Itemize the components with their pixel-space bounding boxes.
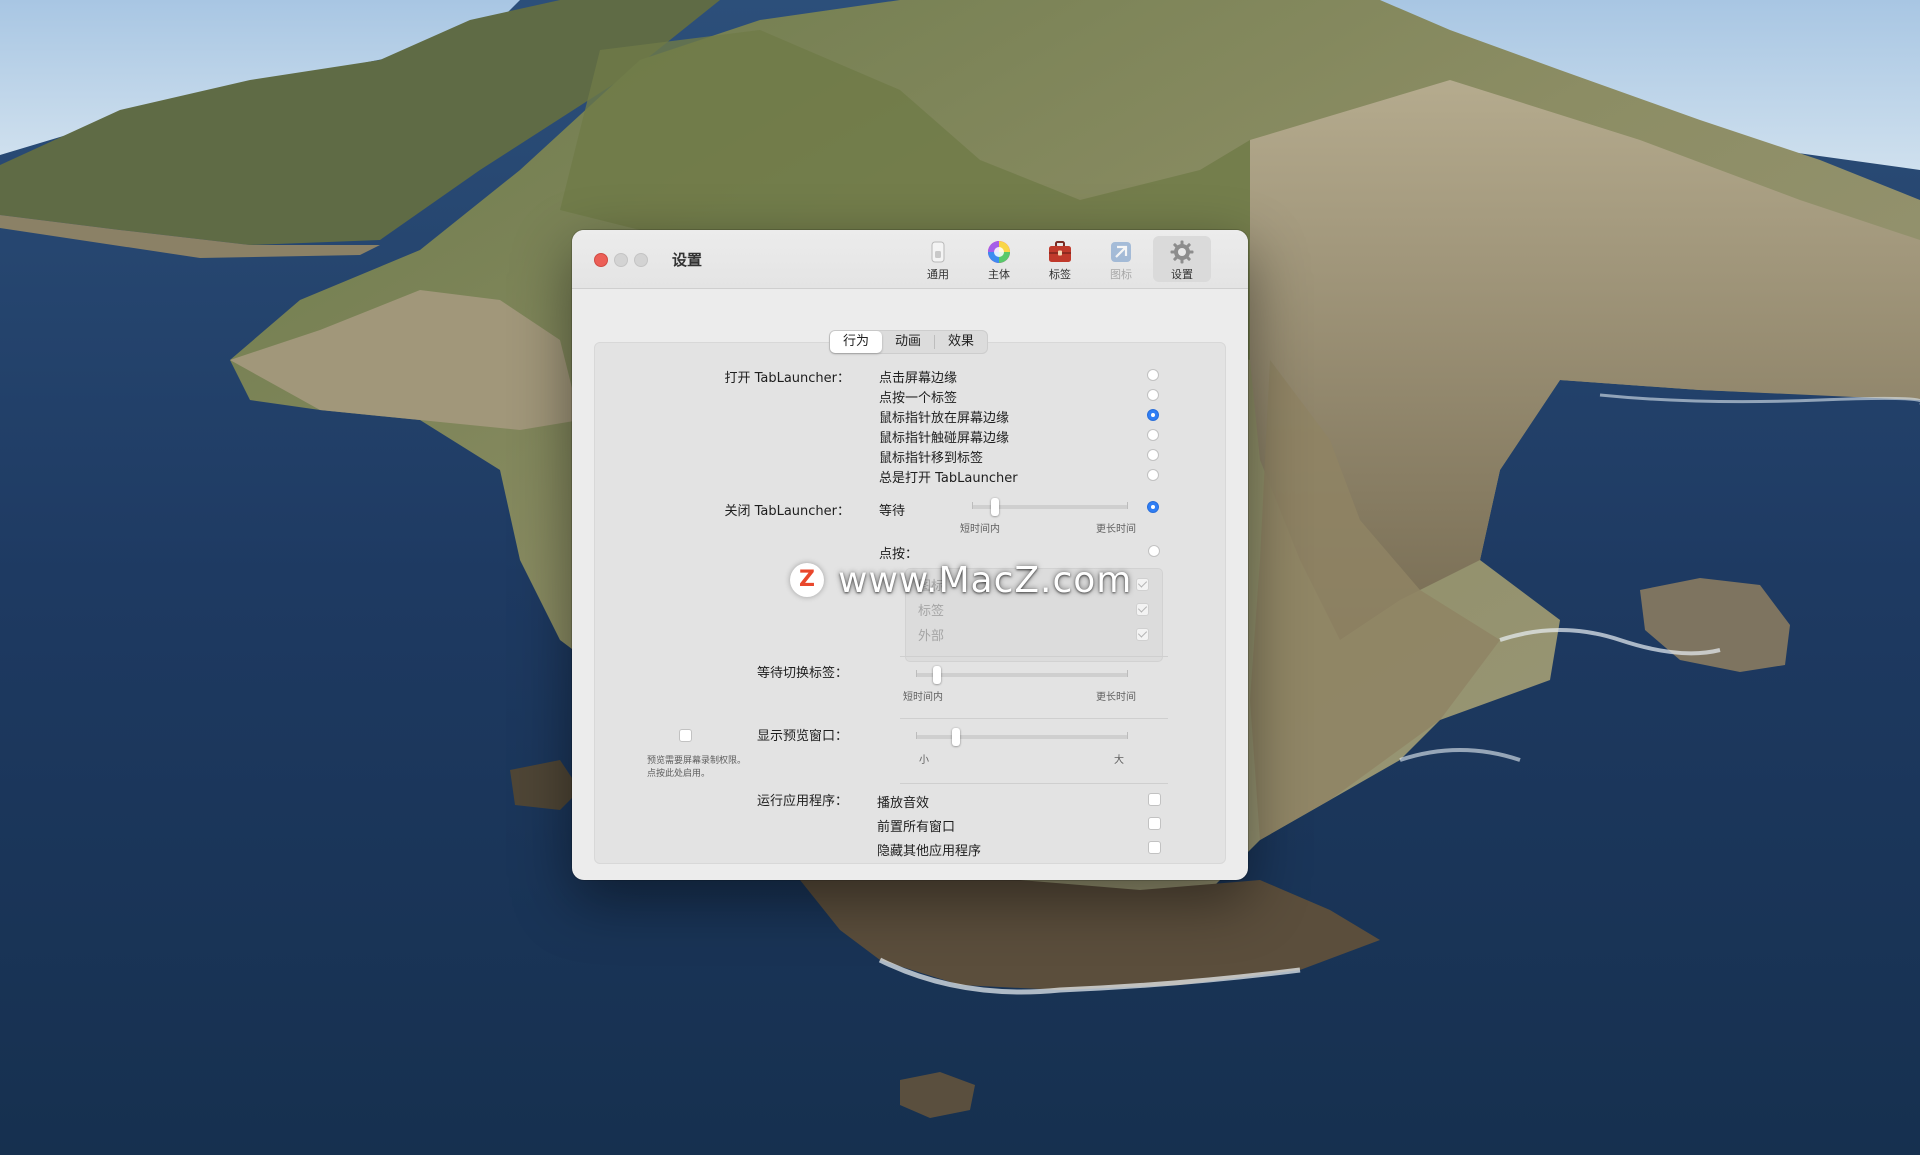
window-title: 设置 bbox=[672, 251, 703, 269]
slider-tick bbox=[916, 732, 917, 739]
preview-size-slider-track[interactable] bbox=[916, 735, 1128, 739]
close-wait-min-label: 短时间内 bbox=[960, 524, 1000, 535]
open-option-radio[interactable] bbox=[1147, 389, 1159, 401]
tab-animation[interactable]: 动画 bbox=[882, 331, 934, 353]
toolbar-label: 主体 bbox=[988, 268, 1010, 281]
preview-size-min-label: 小 bbox=[919, 755, 929, 766]
section-divider bbox=[900, 656, 1168, 657]
watermark-logo-icon: Z bbox=[790, 563, 824, 597]
preview-size-slider-knob[interactable] bbox=[952, 728, 961, 746]
preview-permission-note[interactable]: 点按此处启用。 bbox=[647, 766, 710, 779]
toolbar-label: 设置 bbox=[1171, 268, 1193, 281]
show-preview-label: 显示预览窗口： bbox=[756, 729, 848, 744]
click-option-checkbox[interactable] bbox=[1136, 628, 1149, 641]
close-wait-radio[interactable] bbox=[1147, 501, 1159, 513]
run-option-label: 隐藏其他应用程序 bbox=[877, 844, 982, 859]
section-divider bbox=[900, 783, 1168, 784]
close-window-button[interactable] bbox=[594, 253, 608, 267]
tab-effects[interactable]: 效果 bbox=[935, 331, 987, 353]
open-option-label: 鼠标指针移到标签 bbox=[879, 451, 984, 466]
close-wait-max-label: 更长时间 bbox=[1096, 524, 1136, 535]
toolbar-label: 通用 bbox=[927, 268, 949, 281]
run-option-checkbox[interactable] bbox=[1148, 793, 1161, 806]
close-tablauncher-label: 关闭 TabLauncher： bbox=[724, 504, 850, 519]
open-option-label: 点按一个标签 bbox=[879, 391, 958, 406]
close-wait-slider-knob[interactable] bbox=[991, 498, 1000, 516]
toolbar-label: 图标 bbox=[1110, 268, 1132, 281]
toolbar-label: 标签 bbox=[1049, 268, 1071, 281]
titlebar: 设置 通用 主体 标签 图标 设置 bbox=[572, 230, 1248, 289]
slider-tick bbox=[1127, 502, 1128, 509]
toolbar-icons[interactable]: 图标 bbox=[1092, 236, 1150, 282]
watermark-text: www.MacZ.com bbox=[838, 559, 1133, 601]
slider-tick bbox=[1127, 670, 1128, 677]
run-option-checkbox[interactable] bbox=[1148, 817, 1161, 830]
tab-behavior[interactable]: 行为 bbox=[830, 331, 883, 353]
open-option-label: 鼠标指针触碰屏幕边缘 bbox=[879, 431, 1010, 446]
toolbar-theme[interactable]: 主体 bbox=[970, 236, 1028, 282]
watermark: Z www.MacZ.com bbox=[790, 556, 1132, 604]
open-option-radio[interactable] bbox=[1147, 429, 1159, 441]
open-option-label: 总是打开 TabLauncher bbox=[879, 471, 1018, 486]
section-divider bbox=[900, 718, 1168, 719]
briefcase-icon bbox=[1049, 241, 1071, 262]
run-apps-label: 运行应用程序： bbox=[756, 794, 848, 809]
click-option-label: 外部 bbox=[918, 629, 945, 644]
run-option-label: 播放音效 bbox=[877, 796, 930, 811]
zoom-window-button[interactable] bbox=[634, 253, 648, 267]
switch-tab-slider-track[interactable] bbox=[916, 673, 1128, 677]
open-option-radio[interactable] bbox=[1147, 409, 1159, 421]
app-icon bbox=[1111, 242, 1131, 262]
switch-tab-slider-knob[interactable] bbox=[933, 666, 942, 684]
toolbar-general[interactable]: 通用 bbox=[909, 236, 967, 282]
slider-tick bbox=[916, 670, 917, 677]
settings-window: 设置 通用 主体 标签 图标 设置 行为 动画 效果 打开 TabLaunche… bbox=[572, 230, 1248, 880]
open-option-radio[interactable] bbox=[1147, 369, 1159, 381]
tab-bar: 行为 动画 效果 bbox=[829, 330, 989, 354]
color-wheel-icon bbox=[988, 241, 1010, 263]
toolbar-tabs[interactable]: 标签 bbox=[1031, 236, 1089, 282]
switch-tab-label: 等待切换标签： bbox=[756, 666, 848, 681]
preview-permission-note[interactable]: 预览需要屏幕录制权限。 bbox=[647, 753, 746, 766]
open-option-label: 鼠标指针放在屏幕边缘 bbox=[879, 411, 1010, 426]
slider-tick bbox=[1127, 732, 1128, 739]
toolbar-settings[interactable]: 设置 bbox=[1153, 236, 1211, 282]
run-option-label: 前置所有窗口 bbox=[877, 820, 956, 835]
close-click-radio[interactable] bbox=[1148, 545, 1160, 557]
open-option-radio[interactable] bbox=[1147, 469, 1159, 481]
open-option-label: 点击屏幕边缘 bbox=[879, 371, 958, 386]
minimize-window-button[interactable] bbox=[614, 253, 628, 267]
gear-icon bbox=[1170, 240, 1194, 264]
switch-icon bbox=[931, 241, 945, 263]
slider-tick bbox=[972, 502, 973, 509]
close-wait-label: 等待 bbox=[879, 504, 906, 519]
preview-size-max-label: 大 bbox=[1114, 755, 1124, 766]
click-option-checkbox[interactable] bbox=[1136, 578, 1149, 591]
run-option-checkbox[interactable] bbox=[1148, 841, 1161, 854]
switch-tab-max-label: 更长时间 bbox=[1096, 692, 1136, 703]
click-option-checkbox[interactable] bbox=[1136, 603, 1149, 616]
open-option-radio[interactable] bbox=[1147, 449, 1159, 461]
switch-tab-min-label: 短时间内 bbox=[903, 692, 943, 703]
open-tablauncher-label: 打开 TabLauncher： bbox=[724, 371, 850, 386]
